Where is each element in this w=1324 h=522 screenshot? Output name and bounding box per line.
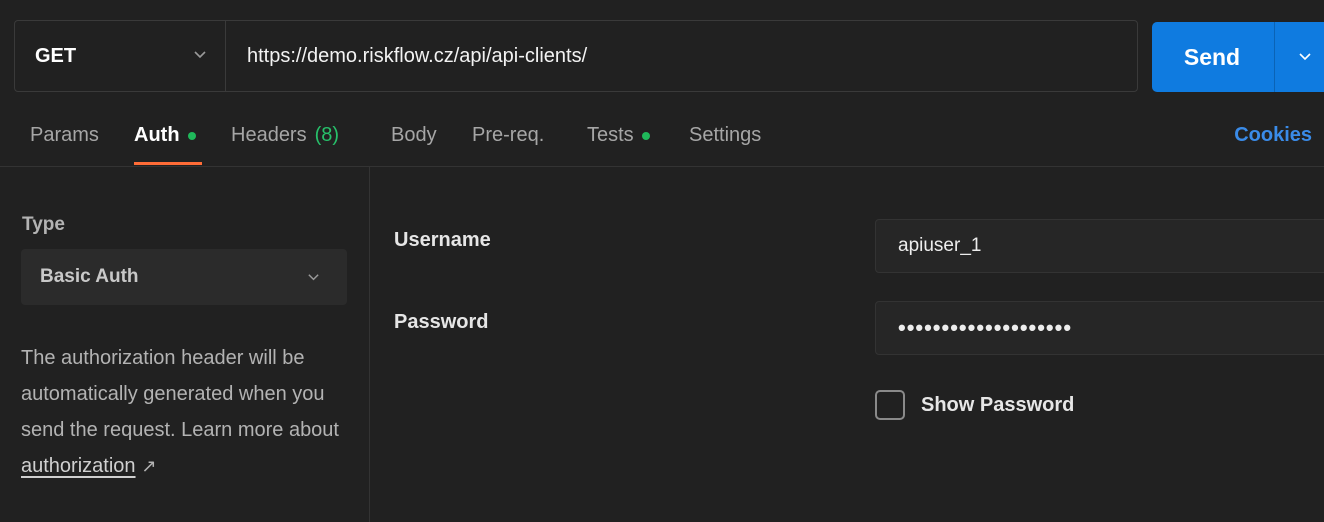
active-tab-underline <box>134 162 202 165</box>
tab-auth[interactable]: Auth <box>134 124 196 147</box>
panel-divider <box>369 167 370 522</box>
method-label: GET <box>35 44 77 67</box>
auth-type-label: Type <box>22 214 65 235</box>
status-dot-icon <box>641 131 650 140</box>
chevron-down-icon <box>308 274 319 281</box>
tab-prereq-label: Pre-req. <box>472 124 545 146</box>
send-button[interactable]: Send <box>1152 22 1272 92</box>
authorization-link[interactable]: authorization <box>21 455 136 477</box>
username-field[interactable]: apiuser_1 <box>875 219 1324 273</box>
tab-headers-label: Headers <box>231 124 307 146</box>
auth-description: The authorization header will be automat… <box>21 340 351 484</box>
show-password-label[interactable]: Show Password <box>921 394 1074 417</box>
tab-body[interactable]: Body <box>391 124 437 147</box>
auth-type-value: Basic Auth <box>40 266 139 287</box>
request-tabs: Params Auth Headers (8) Body Pre-req. Te… <box>0 112 1324 167</box>
cookies-link[interactable]: Cookies <box>1234 124 1312 147</box>
send-button-group: Send <box>1152 22 1324 92</box>
password-value: •••••••••••••••••••• <box>898 315 1073 340</box>
external-link-arrow-icon: ↗ <box>141 456 157 476</box>
auth-type-panel: Type Basic Auth The authorization header… <box>0 167 369 522</box>
method-select[interactable]: GET <box>15 21 226 91</box>
tab-auth-label: Auth <box>134 124 180 146</box>
tab-settings-label: Settings <box>689 124 762 146</box>
show-password-checkbox[interactable] <box>875 390 905 420</box>
tab-body-label: Body <box>391 124 437 146</box>
status-dot-icon <box>187 131 196 140</box>
auth-type-select[interactable]: Basic Auth <box>21 249 347 305</box>
chevron-down-icon <box>194 51 206 59</box>
auth-description-text: The authorization header will be automat… <box>21 347 339 441</box>
request-url-bar: GET https://demo.riskflow.cz/api/api-cli… <box>14 20 1138 92</box>
chevron-down-icon[interactable] <box>1298 50 1312 64</box>
url-input[interactable]: https://demo.riskflow.cz/api/api-clients… <box>247 21 587 91</box>
password-field[interactable]: •••••••••••••••••••• <box>875 301 1324 355</box>
password-label: Password <box>394 311 489 333</box>
tab-params-label: Params <box>30 124 99 146</box>
tab-params[interactable]: Params <box>30 124 99 147</box>
tab-tests-label: Tests <box>587 124 634 146</box>
send-divider <box>1274 22 1275 92</box>
tab-tests[interactable]: Tests <box>587 124 650 147</box>
tab-headers[interactable]: Headers (8) <box>231 124 339 147</box>
tab-headers-count: (8) <box>314 124 340 146</box>
tab-settings[interactable]: Settings <box>689 124 761 147</box>
username-label: Username <box>394 229 491 251</box>
tab-prereq[interactable]: Pre-req. <box>472 124 544 147</box>
